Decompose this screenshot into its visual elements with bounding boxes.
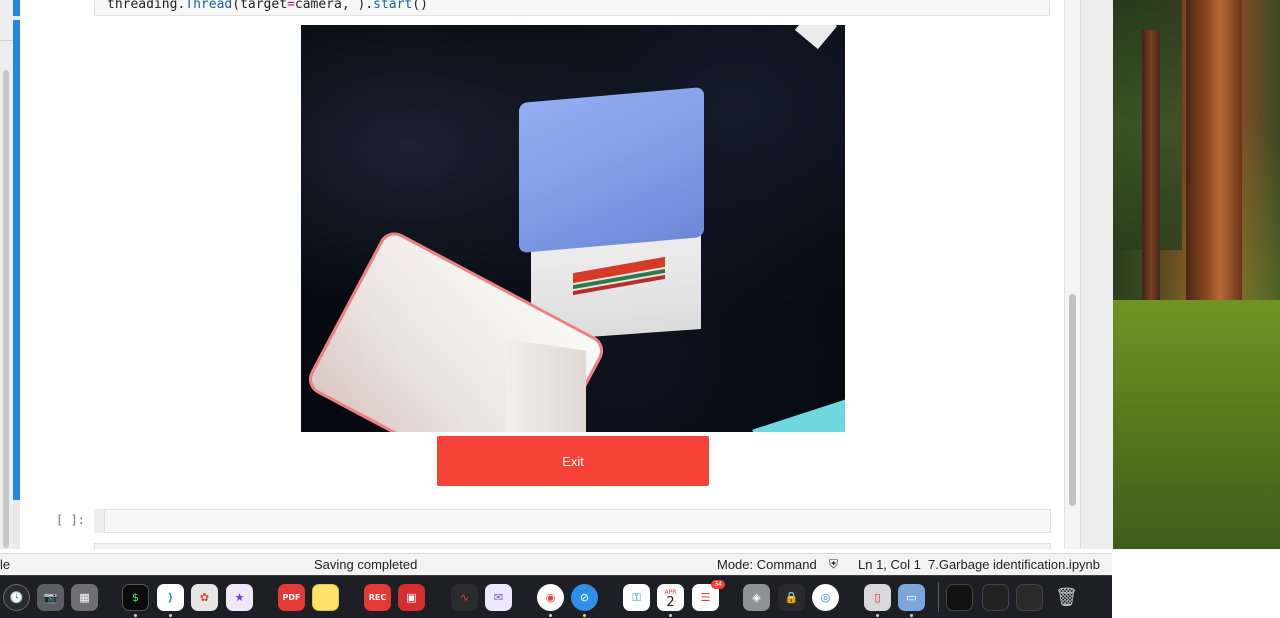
dock-divider — [938, 582, 939, 612]
save-status: Saving completed — [314, 557, 418, 572]
code-cell-editor[interactable]: threading.Thread(target=camera, ).start(… — [94, 0, 1050, 16]
code-text: camera, ). — [294, 0, 374, 12]
notes-icon[interactable] — [312, 584, 339, 611]
code-text: = — [287, 0, 295, 12]
jupyter-window: threading.Thread(target=camera, ).start(… — [0, 0, 1113, 575]
audio-editor-icon[interactable]: ∿ — [451, 584, 478, 611]
scrollbar-thumb[interactable] — [1069, 294, 1076, 506]
minimized-window-icon[interactable] — [946, 584, 973, 611]
wallpaper-tree-trunk — [1142, 30, 1160, 310]
vscode-icon[interactable]: ⟩ — [157, 584, 184, 611]
code-text: threading. — [107, 0, 186, 12]
active-cell-indicator — [13, 20, 20, 500]
wallpaper-tree-trunk — [1186, 0, 1242, 330]
minimized-window-icon[interactable] — [1016, 584, 1043, 611]
minimized-window-icon[interactable] — [982, 584, 1009, 611]
exit-button[interactable]: Exit — [437, 436, 709, 486]
preview-icon[interactable]: ▭ — [898, 584, 925, 611]
cell-prompt: [ ]: — [56, 513, 85, 527]
next-code-cell[interactable] — [94, 543, 1051, 549]
terminal-icon[interactable]: $ — [122, 584, 149, 611]
safari-icon[interactable]: ⊘ — [571, 584, 598, 611]
mail-icon[interactable]: ✉ — [485, 584, 512, 611]
trash-icon[interactable]: 🗑 — [1053, 584, 1080, 611]
macos-dock: 🕓 📷 ▦ $ ⟩ ✿ ★ PDF REC ▣ ∿ ✉ ◉ ⊘ ⚿ APR 2 … — [0, 575, 1112, 618]
status-fragment: le — [0, 557, 11, 572]
network-icon[interactable]: ◎ — [812, 584, 839, 611]
left-scrollbar[interactable] — [3, 70, 9, 548]
camera-feed-image — [301, 25, 845, 432]
code-text: (target — [232, 0, 288, 12]
cell-gutter — [94, 509, 104, 533]
image-object — [519, 86, 704, 254]
code-text: start — [373, 0, 413, 12]
code-text: () — [412, 0, 428, 12]
layers-icon[interactable]: ◈ — [743, 584, 770, 611]
calendar-day: 2 — [666, 594, 675, 610]
davinci-resolve-icon[interactable]: ✿ — [191, 584, 218, 611]
clock-icon[interactable]: 🕓 — [3, 584, 30, 611]
lock-icon[interactable]: 🔒 — [778, 584, 805, 611]
photo-booth-icon[interactable]: ▣ — [398, 584, 425, 611]
active-cell-indicator — [13, 0, 20, 16]
divider — [0, 40, 13, 41]
image-object — [506, 339, 586, 432]
code-text: Thread — [185, 0, 233, 12]
left-sidebar-edge — [0, 0, 14, 549]
pdf-icon[interactable]: PDF — [278, 584, 305, 611]
chrome-icon[interactable]: ◉ — [537, 584, 564, 611]
screen-recorder-icon[interactable]: REC — [364, 584, 391, 611]
reminders-badge: 34 — [711, 580, 725, 589]
calendar-icon[interactable]: APR 2 — [657, 584, 684, 611]
notebook-filename: 7.Garbage identification.ipynb — [928, 557, 1101, 572]
imovie-icon[interactable]: ★ — [226, 584, 253, 611]
desktop-wallpaper — [1112, 0, 1280, 549]
screenshot-icon[interactable]: 📷 — [37, 584, 64, 611]
calculator-icon[interactable]: ▦ — [71, 584, 98, 611]
status-bar: le Saving completed Mode: Command ⛨ Ln 1… — [0, 553, 1112, 575]
empty-code-cell[interactable] — [104, 509, 1051, 533]
cursor-position[interactable]: Ln 1, Col 1 — [858, 557, 921, 572]
passwords-icon[interactable]: ⚿ — [623, 584, 650, 611]
notebook-scrollbar[interactable] — [1064, 0, 1081, 549]
iphone-mirroring-icon[interactable]: ▯ — [864, 584, 891, 611]
window-edge — [1080, 0, 1113, 549]
notebook-panel: threading.Thread(target=camera, ).start(… — [20, 0, 1064, 549]
reminders-icon[interactable]: ☰ 34 — [692, 580, 725, 611]
mode-indicator[interactable]: Mode: Command — [717, 557, 817, 572]
wallpaper-grass — [1112, 300, 1280, 549]
trust-shield-icon[interactable]: ⛨ — [829, 557, 838, 572]
